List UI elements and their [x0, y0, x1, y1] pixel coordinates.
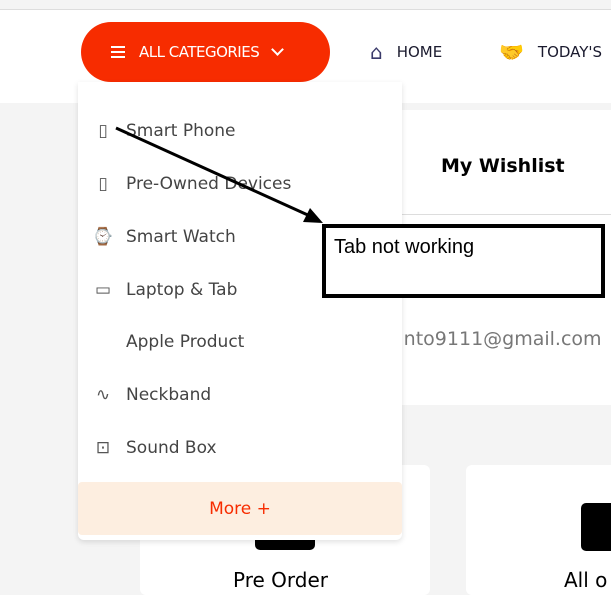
annotation-box: Tab not working — [322, 224, 605, 298]
